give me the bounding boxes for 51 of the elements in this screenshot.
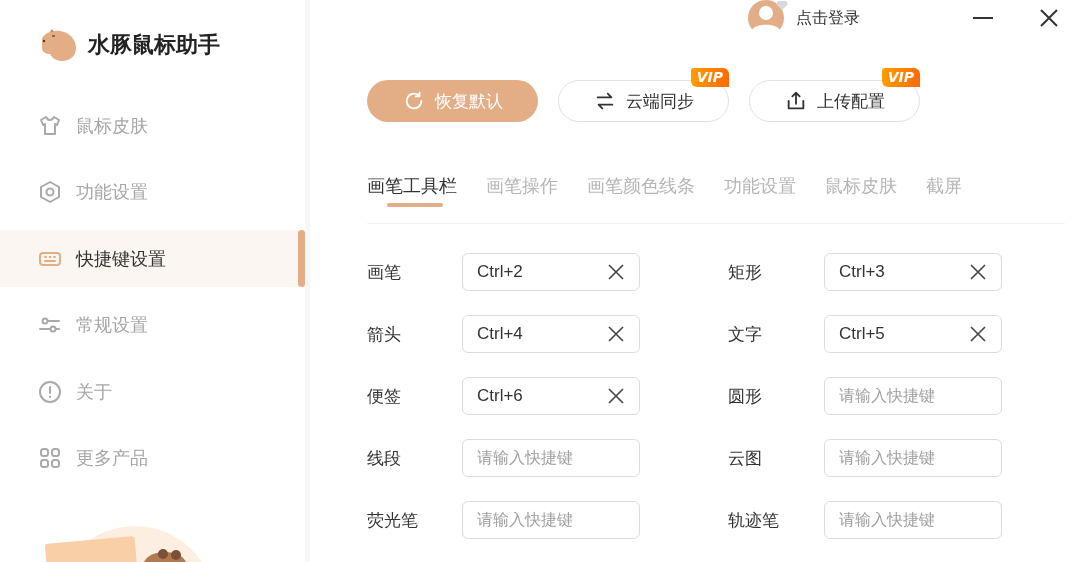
shortcut-field[interactable]: Ctrl+6 (462, 377, 640, 415)
sidebar-item[interactable]: 功能设置 (0, 163, 305, 221)
vip-badge: VIP (690, 68, 729, 87)
clear-icon[interactable] (607, 263, 625, 281)
shortcut-label: 画笔 (367, 260, 401, 284)
shirt-icon (38, 113, 62, 138)
sidebar-item[interactable]: 常规设置 (0, 296, 305, 354)
shortcut-field[interactable]: Ctrl+3 (824, 253, 1002, 291)
shortcut-label: 便签 (367, 384, 401, 408)
shortcut-field[interactable]: 请输入快捷键 (824, 439, 1002, 477)
clear-icon[interactable] (607, 387, 625, 405)
shortcut-label: 圆形 (728, 384, 762, 408)
shortcut-field[interactable]: Ctrl+2 (462, 253, 640, 291)
hexagon-icon (38, 180, 62, 204)
restore-defaults-button[interactable]: 恢复默认 (367, 80, 538, 122)
app-title: 水豚鼠标助手 (88, 31, 220, 59)
shortcut-field[interactable]: 请输入快捷键 (462, 501, 640, 539)
avatar-icon (748, 0, 788, 37)
tab[interactable]: 鼠标皮肤 (825, 174, 897, 223)
shortcut-label: 线段 (367, 446, 401, 470)
vip-badge: VIP (881, 68, 920, 87)
close-icon (1038, 7, 1060, 29)
shortcut-label: 轨迹笔 (728, 508, 779, 532)
shortcut-field[interactable]: 请输入快捷键 (824, 377, 1002, 415)
clear-icon[interactable] (969, 263, 987, 281)
clear-icon[interactable] (969, 325, 987, 343)
exclamation-icon (38, 379, 62, 404)
selection-indicator (298, 230, 305, 287)
tab[interactable]: 画笔操作 (486, 174, 558, 223)
shortcut-field[interactable]: 请输入快捷键 (824, 501, 1002, 539)
tab-underline (387, 203, 443, 207)
grid-icon (38, 446, 62, 470)
shortcut-label: 箭头 (367, 322, 401, 346)
sidebar-item[interactable]: 鼠标皮肤 (0, 97, 305, 154)
shortcut-label: 云图 (728, 446, 762, 470)
tab[interactable]: 功能设置 (724, 174, 796, 223)
shortcut-label: 矩形 (728, 260, 762, 284)
sidebar-item[interactable]: 关于 (0, 363, 305, 420)
sidebar-item[interactable]: 更多产品 (0, 429, 305, 487)
shortcut-label: 文字 (728, 322, 762, 346)
tab[interactable]: 截屏 (926, 174, 962, 223)
clear-icon[interactable] (607, 325, 625, 343)
shortcut-field[interactable]: 请输入快捷键 (462, 439, 640, 477)
tab[interactable]: 画笔颜色线条 (587, 174, 695, 223)
shortcut-field[interactable]: Ctrl+5 (824, 315, 1002, 353)
shortcut-label: 荧光笔 (367, 508, 418, 532)
tab[interactable]: 画笔工具栏 (367, 174, 457, 223)
sidebar-item[interactable]: 快捷键设置 (0, 230, 305, 287)
shortcut-field[interactable]: Ctrl+4 (462, 315, 640, 353)
login-link[interactable]: 点击登录 (748, 0, 860, 37)
minimize-icon (973, 17, 993, 19)
